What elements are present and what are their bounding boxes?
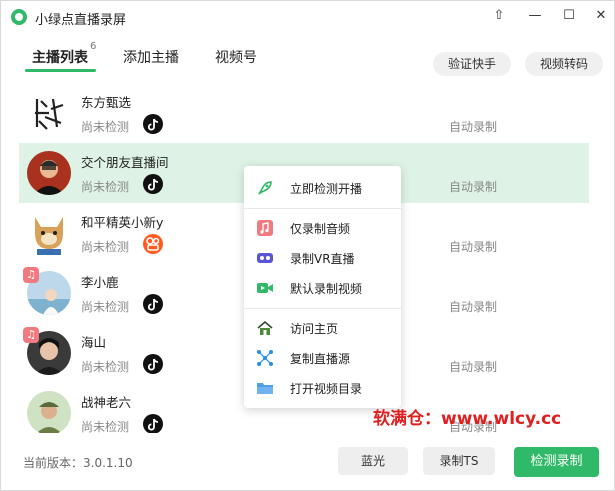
- record-mode-label: 自动录制: [449, 240, 498, 254]
- tab-count-badge: 6: [90, 41, 97, 52]
- detect-status: 尚未检测: [81, 180, 130, 194]
- active-tab-indicator: [25, 69, 96, 72]
- minimize-button[interactable]: —: [523, 5, 547, 27]
- detect-status: 尚未检测: [81, 300, 130, 314]
- tab-streamer-list[interactable]: 主播列表: [32, 47, 88, 67]
- douyin-icon: [143, 414, 163, 433]
- video-camera-icon: [257, 283, 273, 293]
- douyin-icon: [143, 354, 163, 374]
- menu-item-record-vr[interactable]: 录制VR直播: [244, 244, 401, 272]
- title-bar: 小绿点直播录屏 ⇧ — ☐ ✕: [1, 1, 614, 33]
- record-mode-label: 自动录制: [449, 180, 498, 194]
- menu-item-copy-source[interactable]: 复制直播源: [244, 344, 401, 372]
- folder-icon: [257, 383, 273, 394]
- menu-label: 录制VR直播: [290, 252, 355, 266]
- menu-label: 立即检测开播: [290, 182, 363, 196]
- record-ts-button[interactable]: 录制TS: [423, 447, 495, 475]
- douyin-icon: [143, 294, 163, 314]
- pin-window-button[interactable]: ⇧: [487, 5, 511, 27]
- streamer-name: 东方甄选: [81, 95, 132, 110]
- streamer-avatar: [27, 391, 71, 433]
- streamer-row[interactable]: 东方甄选 尚未检测 自动录制: [19, 83, 589, 143]
- tab-add-streamer[interactable]: 添加主播: [123, 47, 179, 67]
- tab-channels[interactable]: 视频号: [215, 47, 257, 67]
- share-nodes-icon: [257, 350, 273, 366]
- detect-status: 尚未检测: [81, 120, 130, 134]
- streamer-avatar: [27, 211, 71, 255]
- detect-record-button[interactable]: 检测录制: [514, 447, 599, 477]
- verify-kuaishou-button[interactable]: 验证快手: [433, 52, 511, 76]
- menu-label: 访问主页: [290, 322, 339, 336]
- close-button[interactable]: ✕: [589, 5, 613, 27]
- vr-headset-icon: [257, 253, 273, 263]
- douyin-icon: [143, 114, 163, 134]
- audio-only-badge-icon: ♫: [23, 327, 39, 343]
- app-title: 小绿点直播录屏: [35, 13, 127, 28]
- version-label: 当前版本：3.0.1.10: [23, 456, 133, 470]
- watermark: 软满仓：www.wlcy.cc: [373, 409, 562, 429]
- audio-only-badge-icon: ♫: [23, 267, 39, 283]
- music-note-icon: [257, 220, 273, 236]
- record-mode-label: 自动录制: [449, 120, 498, 134]
- streamer-name: 李小鹿: [81, 275, 119, 290]
- record-mode-label: 自动录制: [449, 360, 498, 374]
- menu-label: 仅录制音频: [290, 222, 351, 236]
- menu-item-check-live[interactable]: 立即检测开播: [244, 174, 401, 202]
- streamer-name: 交个朋友直播间: [81, 155, 169, 170]
- kuaishou-icon: [143, 234, 163, 254]
- streamer-name: 和平精英小新y: [81, 215, 164, 230]
- menu-item-open-dir[interactable]: 打开视频目录: [244, 374, 401, 402]
- menu-label: 打开视频目录: [290, 382, 363, 396]
- detect-status: 尚未检测: [81, 360, 130, 374]
- streamer-avatar: [27, 151, 71, 195]
- bluray-button[interactable]: 蓝光: [338, 447, 408, 475]
- menu-item-default-video[interactable]: 默认录制视频: [244, 274, 401, 302]
- menu-separator: [244, 308, 401, 309]
- streamer-avatar: [27, 91, 71, 135]
- context-menu: 立即检测开播 仅录制音频 录制VR直播 默认录制视频 访问主页 复制直播源 打开…: [244, 166, 401, 408]
- rocket-icon: [258, 181, 272, 195]
- streamer-name: 战神老六: [81, 395, 132, 410]
- menu-label: 复制直播源: [290, 352, 351, 366]
- detect-status: 尚未检测: [81, 240, 130, 254]
- detect-status: 尚未检测: [81, 420, 130, 433]
- app-logo-icon: [11, 9, 27, 25]
- douyin-icon: [143, 174, 163, 194]
- menu-separator: [244, 208, 401, 209]
- record-mode-label: 自动录制: [449, 300, 498, 314]
- streamer-name: 海山: [81, 335, 107, 350]
- home-icon: [257, 320, 273, 335]
- tab-bar: 主播列表 6 添加主播 视频号: [1, 39, 614, 75]
- maximize-button[interactable]: ☐: [557, 5, 581, 27]
- menu-item-visit-home[interactable]: 访问主页: [244, 314, 401, 342]
- video-transcode-button[interactable]: 视频转码: [525, 52, 603, 76]
- menu-label: 默认录制视频: [290, 282, 363, 296]
- menu-item-audio-only[interactable]: 仅录制音频: [244, 214, 401, 242]
- app-window: 小绿点直播录屏 ⇧ — ☐ ✕ 主播列表 6 添加主播 视频号 验证快手 视频转…: [0, 0, 615, 491]
